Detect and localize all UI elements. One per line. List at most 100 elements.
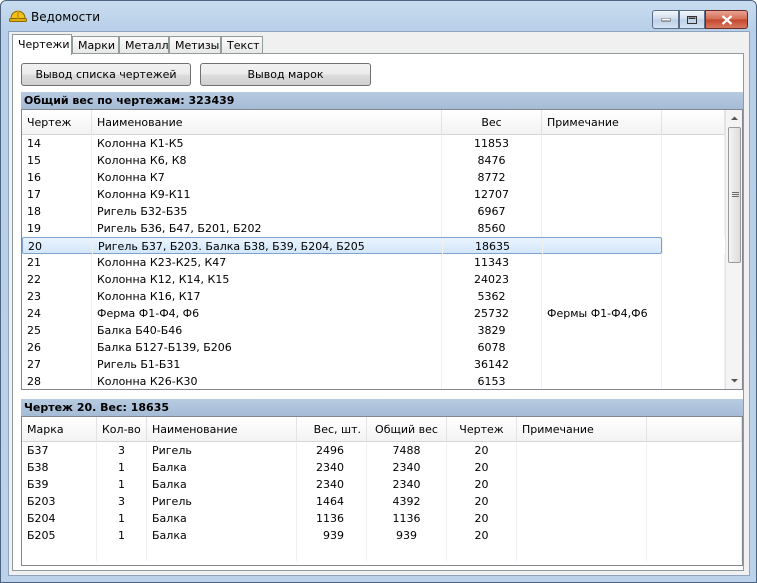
drawings-grid[interactable]: Чертеж Наименование Вес Примечание 14 Кол… xyxy=(21,109,743,390)
window-title: Ведомости xyxy=(31,10,101,24)
table-row[interactable]: Б203 3 Ригель 1464 4392 20 xyxy=(22,493,742,510)
table-cell: 20 xyxy=(447,510,517,527)
table-row[interactable]: 26 Балка Б127-Б139, Б206 6078 xyxy=(22,339,725,356)
scroll-down-icon[interactable] xyxy=(726,372,743,389)
tab-drawings[interactable]: Чертежи xyxy=(12,34,72,55)
table-cell xyxy=(662,305,725,322)
table-cell xyxy=(542,373,662,389)
table-cell: 7488 xyxy=(367,442,447,459)
col-header-total-weight[interactable]: Общий вес xyxy=(367,417,447,442)
col-header-drawing[interactable]: Чертеж xyxy=(22,110,92,135)
table-row[interactable]: 27 Ригель Б1-Б31 36142 xyxy=(22,356,725,373)
table-cell: 4392 xyxy=(367,493,447,510)
table-cell: 1 xyxy=(97,510,147,527)
table-cell: Колонна К23-К25, К47 xyxy=(92,254,442,271)
table-cell xyxy=(542,254,662,271)
tab-fasteners[interactable]: Метизы xyxy=(169,36,221,54)
table-cell xyxy=(517,527,647,544)
table-cell: 3 xyxy=(97,442,147,459)
table-row[interactable]: 18 Ригель Б32-Б35 6967 xyxy=(22,203,725,220)
scroll-up-icon[interactable] xyxy=(726,110,743,127)
table-cell: 36142 xyxy=(442,356,542,373)
table-row[interactable]: 19 Ригель Б36, Б47, Б201, Б202 8560 xyxy=(22,220,725,237)
maximize-button[interactable] xyxy=(679,10,705,29)
tab-metal[interactable]: Металл xyxy=(119,36,169,54)
table-row[interactable] xyxy=(22,544,742,561)
col-header-name[interactable]: Наименование xyxy=(92,110,442,135)
drawings-vertical-scrollbar[interactable] xyxy=(725,110,742,389)
table-row[interactable]: 15 Колонна К6, К8 8476 xyxy=(22,152,725,169)
table-row[interactable]: Б37 3 Ригель 2496 7488 20 xyxy=(22,442,742,459)
col-header-mark-name[interactable]: Наименование xyxy=(147,417,297,442)
marks-grid[interactable]: Марка Кол-во Наименование Вес, шт. Общий… xyxy=(21,416,743,566)
close-button[interactable] xyxy=(705,10,748,29)
table-cell xyxy=(517,459,647,476)
table-cell: Балка Б127-Б139, Б206 xyxy=(92,339,442,356)
table-cell xyxy=(662,373,725,389)
tab-text[interactable]: Текст xyxy=(221,36,263,54)
col-header-unit-weight[interactable]: Вес, шт. xyxy=(297,417,367,442)
table-cell: 15 xyxy=(22,152,92,169)
table-cell: 18635 xyxy=(443,238,543,255)
table-cell: 2496 xyxy=(297,442,367,459)
table-row[interactable]: Б38 1 Балка 2340 2340 20 xyxy=(22,459,742,476)
table-cell xyxy=(517,476,647,493)
table-row[interactable]: Б204 1 Балка 1136 1136 20 xyxy=(22,510,742,527)
table-cell: 8772 xyxy=(442,169,542,186)
table-cell: Ригель Б32-Б35 xyxy=(92,203,442,220)
table-cell: 8476 xyxy=(442,152,542,169)
table-row[interactable]: 24 Ферма Ф1-Ф4, Ф6 25732 Фермы Ф1-Ф4,Ф6 xyxy=(22,305,725,322)
table-cell: Б204 xyxy=(22,510,97,527)
table-row[interactable]: Б39 1 Балка 2340 2340 20 xyxy=(22,476,742,493)
table-cell: 3829 xyxy=(442,322,542,339)
table-row[interactable]: 22 Колонна К12, К14, К15 24023 xyxy=(22,271,725,288)
table-cell: 2340 xyxy=(367,476,447,493)
table-cell: Б205 xyxy=(22,527,97,544)
close-icon xyxy=(721,14,732,25)
col-header-weight[interactable]: Вес xyxy=(442,110,542,135)
col-header-qty[interactable]: Кол-во xyxy=(97,417,147,442)
table-row[interactable]: 21 Колонна К23-К25, К47 11343 xyxy=(22,254,725,271)
maximize-icon xyxy=(687,15,697,24)
table-row[interactable]: 14 Колонна К1-К5 11853 xyxy=(22,135,725,152)
table-row[interactable]: 20 Ригель Б37, Б203. Балка Б38, Б39, Б204… xyxy=(22,237,726,255)
table-cell: Ферма Ф1-Ф4, Ф6 xyxy=(92,305,442,322)
table-cell xyxy=(647,527,742,544)
table-cell xyxy=(662,135,725,152)
table-cell: 14 xyxy=(22,135,92,152)
tab-marks[interactable]: Марки xyxy=(72,36,119,54)
table-row[interactable]: 25 Балка Б40-Б46 3829 xyxy=(22,322,725,339)
table-row[interactable]: 17 Колонна К9-К11 12707 xyxy=(22,186,725,203)
table-row[interactable]: 16 Колонна К7 8772 xyxy=(22,169,725,186)
table-cell xyxy=(147,544,297,561)
table-cell xyxy=(297,544,367,561)
table-row[interactable]: 28 Колонна К26-К30 6153 xyxy=(22,373,725,389)
col-header-mark[interactable]: Марка xyxy=(22,417,97,442)
col-header-note[interactable]: Примечание xyxy=(542,110,662,135)
table-cell xyxy=(542,203,662,220)
drawings-grid-header: Чертеж Наименование Вес Примечание xyxy=(22,110,725,135)
table-cell: Колонна К6, К8 xyxy=(92,152,442,169)
table-cell xyxy=(662,288,725,305)
table-row[interactable]: 23 Колонна К16, К17 5362 xyxy=(22,288,725,305)
table-cell: 2340 xyxy=(367,459,447,476)
table-cell: Балка Б40-Б46 xyxy=(92,322,442,339)
minimize-button[interactable] xyxy=(652,10,679,29)
table-row[interactable]: Б205 1 Балка 939 939 20 xyxy=(22,527,742,544)
client-area: Чертежи Марки Металл Метизы Текст Вывод … xyxy=(8,31,750,576)
title-bar[interactable]: Ведомости xyxy=(1,1,756,31)
table-cell: Ригель xyxy=(147,442,297,459)
col-header-mark-note[interactable]: Примечание xyxy=(517,417,647,442)
scroll-thumb[interactable] xyxy=(728,127,741,263)
table-cell: 28 xyxy=(22,373,92,389)
table-cell: 2340 xyxy=(297,476,367,493)
table-cell xyxy=(647,544,742,561)
table-cell: 8560 xyxy=(442,220,542,237)
table-cell: 19 xyxy=(22,220,92,237)
output-marks-button[interactable]: Вывод марок xyxy=(200,63,371,86)
table-cell xyxy=(517,544,647,561)
table-cell: 18 xyxy=(22,203,92,220)
col-header-mark-drawing[interactable]: Чертеж xyxy=(447,417,517,442)
table-cell: 6078 xyxy=(442,339,542,356)
output-drawings-button[interactable]: Вывод списка чертежей xyxy=(21,63,191,86)
